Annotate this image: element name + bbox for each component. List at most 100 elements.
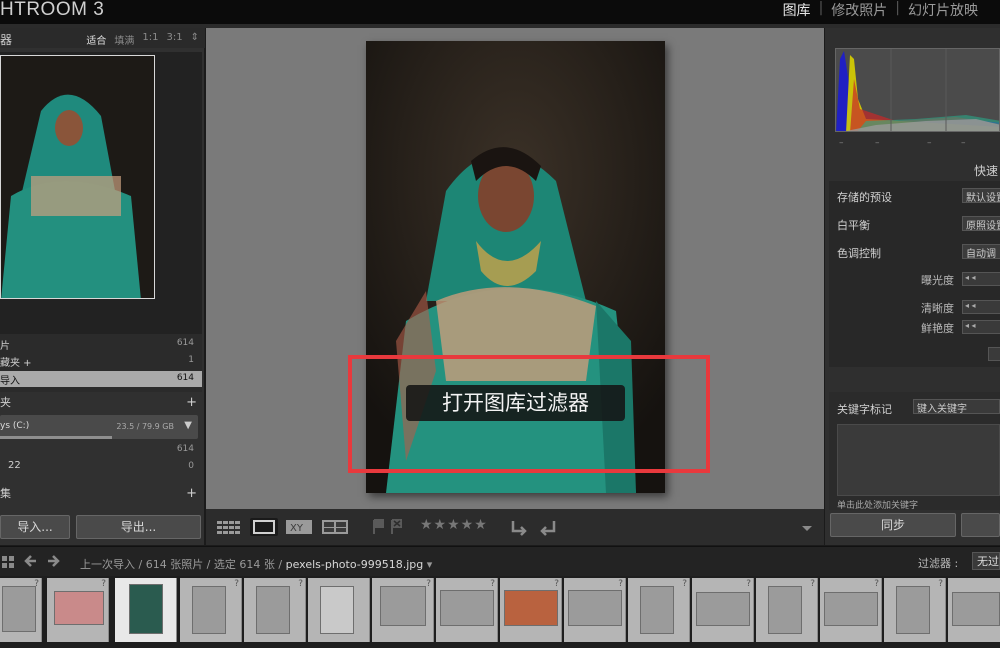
drive-volume[interactable]: ys (C:) 23.5 / 79.9 GB ▼ [0,415,198,439]
filmstrip-cell[interactable]: ? [884,578,946,642]
folder-row[interactable]: 22 0 [0,459,202,475]
auto-tone-button[interactable]: 自动调 [962,244,1000,259]
module-develop[interactable]: 修改照片 [823,0,895,20]
vibrance-stepper[interactable]: ◂ ◂ [962,320,1000,334]
saved-preset-select[interactable]: 默认设置 [962,188,1000,203]
missing-file-icon: ? [426,579,431,589]
sync-button[interactable]: 同步 [830,513,956,537]
folder-label: 22 [8,460,21,471]
filmstrip-cell[interactable]: ? [244,578,306,642]
filmstrip-cell[interactable]: ? [564,578,626,642]
collections-header[interactable]: 集 + [0,485,205,503]
zoom-3-1[interactable]: 3:1 [167,32,183,47]
drive-usage-bar [0,436,112,439]
filmstrip-cell[interactable]: ? [372,578,434,642]
vibrance-label: 鲜艳度 [921,322,954,335]
loupe-view[interactable]: 打开图库过滤器 [206,28,824,509]
keyword-text-area[interactable] [837,424,1000,496]
chevron-down-icon[interactable]: ▾ [427,558,433,571]
thumbnail [952,592,1000,626]
module-picker: 图库 | 修改照片 | 幻灯片放映 [775,0,986,20]
rotate-right-icon[interactable] [536,518,558,536]
zoom-dropdown-icon[interactable]: ⇕ [191,32,199,47]
histogram[interactable] [835,48,1000,132]
filmstrip-cell[interactable]: ? [820,578,882,642]
missing-file-icon: ? [810,579,815,589]
catalog-quick-collection[interactable]: 藏夹 + 1 [0,353,202,369]
thumbnail [504,590,558,626]
export-button[interactable]: 导出... [76,515,201,539]
filter-select[interactable]: 无过 [972,552,1000,570]
filmstrip-cell[interactable] [308,578,370,642]
grid-view-icon[interactable] [215,518,243,536]
add-collection-icon[interactable]: + [186,486,197,501]
module-library[interactable]: 图库 [775,0,819,20]
reset-button[interactable] [988,347,1000,361]
secondary-grid-icon[interactable] [2,555,16,572]
exposure-stepper[interactable]: ◂ ◂ [962,272,1000,286]
navigator-preview[interactable] [0,52,202,334]
filmstrip-cell[interactable]: ? [756,578,818,642]
filmstrip[interactable]: ? ? ? ? ? ? ? ? ? ? ? ? ? [0,576,1000,648]
filmstrip-cell[interactable]: ? [0,578,42,642]
filmstrip-cell[interactable]: ? [500,578,562,642]
zoom-fit[interactable]: 适合 [86,32,106,47]
thumbnail [640,586,674,634]
filmstrip-cell[interactable]: ? [47,578,109,642]
module-slideshow[interactable]: 幻灯片放映 [900,0,986,20]
navigator-header[interactable]: 器 适合 填满 1:1 3:1 ⇕ [0,28,205,48]
drive-usage: 23.5 / 79.9 GB [116,422,174,431]
thumbnail [380,586,426,626]
missing-file-icon: ? [938,579,943,589]
rating-stars[interactable]: ★★★★★ [420,517,488,533]
catalog-label: 片 [0,341,10,352]
keywording-panel: 关键字标记 键入关键字 单击此处添加关键字 [829,392,1000,511]
back-arrow-icon[interactable] [24,554,38,571]
toolbar-menu-chevron-icon[interactable] [799,518,815,536]
thumbnail [440,590,494,626]
add-folder-icon[interactable]: + [186,395,197,410]
view-toolbar: XY ★★★★★ [206,509,824,545]
loupe-view-icon[interactable] [250,518,278,536]
filmstrip-cell[interactable]: ? [628,578,690,642]
folders-header[interactable]: 夹 + [0,394,205,412]
zoom-fill[interactable]: 填满 [114,32,134,47]
import-button[interactable]: 导入... [0,515,70,539]
compare-view-icon[interactable]: XY [285,518,313,536]
thumbnail [256,586,290,634]
keyword-hint: 单击此处添加关键字 [837,501,919,511]
histo-tick: – [927,138,932,148]
folder-count: 0 [188,461,194,471]
thumbnail [192,586,226,634]
filmstrip-cell[interactable]: ? [436,578,498,642]
filmstrip-cell[interactable] [948,578,1000,642]
catalog-previous-import[interactable]: 导入 614 [0,371,202,387]
keyword-tags-select[interactable]: 键入关键字 [913,399,1000,414]
left-panel: 器 适合 填满 1:1 3:1 ⇕ 片 614 藏夹 + 1 导入 614 夹 … [0,28,205,545]
filmstrip-source-path[interactable]: 上一次导入 / 614 张照片 / 选定 614 张 / pexels-phot… [80,556,432,572]
navigator-zoom-options: 适合 填满 1:1 3:1 ⇕ [86,32,199,47]
rotate-left-icon[interactable] [509,518,531,536]
annotation-highlight-box [348,355,710,473]
catalog-label: 导入 [0,376,20,387]
flag-icons[interactable] [371,518,411,536]
white-balance-select[interactable]: 原照设置 [962,216,1000,231]
catalog-all-photos[interactable]: 片 614 [0,336,202,352]
catalog-count: 614 [176,338,194,348]
zoom-1-1[interactable]: 1:1 [142,32,158,47]
filmstrip-cell[interactable]: ? [180,578,242,642]
catalog-label: 藏夹 + [0,358,32,369]
clarity-stepper[interactable]: ◂ ◂ [962,300,1000,314]
thumbnail [2,586,36,632]
survey-view-icon[interactable] [321,518,349,536]
folder-row[interactable]: 614 [0,442,202,458]
collapse-triangle-icon[interactable]: ▼ [184,420,192,431]
filmstrip-cell[interactable]: ? [692,578,754,642]
catalog-count: 614 [176,373,194,383]
quick-develop-title[interactable]: 快速 [974,162,998,179]
clarity-label: 清晰度 [921,302,954,315]
forward-arrow-icon[interactable] [46,554,60,571]
filmstrip-cell-selected[interactable] [115,578,177,642]
thumbnail [568,590,622,626]
sync-settings-button[interactable] [961,513,1000,537]
